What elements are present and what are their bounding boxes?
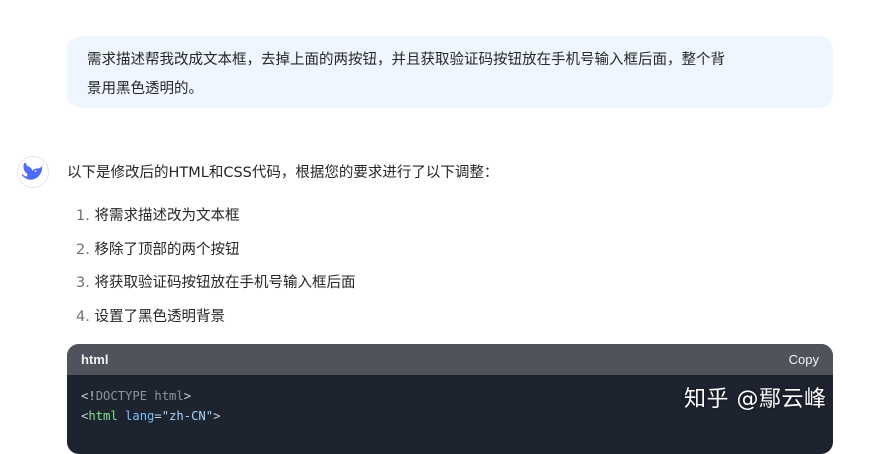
list-item-text: 将需求描述改为文本框: [94, 208, 240, 224]
copy-button[interactable]: Copy: [789, 352, 819, 367]
code-token: =: [154, 409, 162, 423]
code-token: html: [88, 409, 118, 423]
code-token: >: [213, 409, 221, 423]
code-language-label: html: [81, 352, 109, 367]
list-item: 3. 将获取验证码按钮放在手机号输入框后面: [76, 270, 355, 304]
code-token: lang: [125, 409, 155, 423]
list-item: 2. 移除了顶部的两个按钮: [76, 237, 355, 271]
list-item-number: 4.: [76, 309, 90, 326]
list-item-text: 设置了黑色透明背景: [94, 309, 225, 326]
list-item-number: 2.: [76, 241, 90, 258]
code-token: <!: [81, 389, 96, 403]
user-message-line-2: 景用黑色透明的。: [87, 81, 203, 97]
code-token: "zh-CN": [161, 409, 214, 423]
assistant-intro: 以下是修改后的HTML和CSS代码，根据您的要求进行了以下调整：: [67, 165, 499, 181]
list-item: 4. 设置了黑色透明背景: [76, 304, 355, 338]
user-message-line-1: 需求描述帮我改成文本框，去掉上面的两按钮，并且获取验证码按钮放在手机号输入框后面…: [87, 52, 725, 68]
list-item: 1. 将需求描述改为文本框: [76, 203, 355, 237]
user-message-bubble: 需求描述帮我改成文本框，去掉上面的两按钮，并且获取验证码按钮放在手机号输入框后面…: [67, 36, 833, 108]
whale-logo-icon: [22, 163, 44, 180]
list-item-text: 移除了顶部的两个按钮: [94, 241, 240, 258]
code-token: >: [183, 389, 192, 403]
code-token: DOCTYPE html: [95, 389, 184, 403]
list-item-text: 将获取验证码按钮放在手机号输入框后面: [94, 275, 356, 292]
watermark: 知乎 @鄢云峰: [684, 387, 827, 412]
code-block-header: html Copy: [67, 344, 833, 375]
list-item-number: 3.: [76, 275, 90, 292]
change-list: 1. 将需求描述改为文本框 2. 移除了顶部的两个按钮 3. 将获取验证码按钮放…: [76, 203, 355, 338]
assistant-avatar: [17, 156, 49, 188]
list-item-number: 1.: [76, 208, 90, 224]
